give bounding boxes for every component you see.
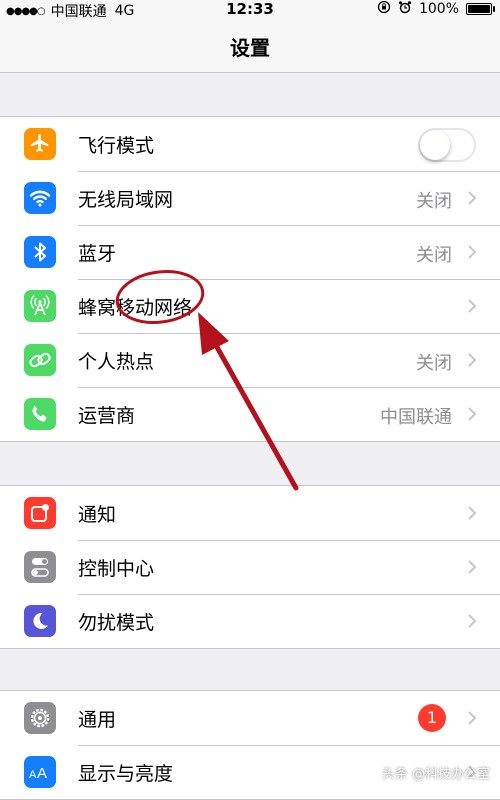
cellular-icon [24,290,56,322]
rotation-lock-icon [377,0,391,18]
chevron-right-icon [468,191,477,205]
chevron-right-icon [468,560,477,574]
do-not-disturb-label: 勿扰模式 [78,612,155,634]
chevron-right-icon [468,711,477,725]
hotspot-status: 关闭 [416,353,452,374]
airplane-mode-toggle[interactable] [418,128,476,162]
airplane-icon [24,128,56,160]
chevron-right-icon [468,506,477,520]
nav-bar: 设置 [0,20,500,73]
hotspot-label: 个人热点 [78,351,155,373]
chevron-right-icon [468,299,477,313]
settings-row-wifi[interactable]: 无线局域网 关闭 [0,171,500,225]
settings-group-general: 通用 1 AA 显示与亮度 [0,690,500,800]
display-brightness-label: 显示与亮度 [78,763,174,785]
watermark-text: 头条 @科技办公室 [381,767,490,782]
settings-row-airplane-mode: 飞行模式 [0,117,500,171]
wifi-label: 无线局域网 [78,189,174,211]
cellular-label: 蜂窝移动网络 [78,297,193,319]
hotspot-icon [24,344,56,376]
general-label: 通用 [78,709,117,731]
svg-text:A: A [37,765,47,782]
settings-row-carrier[interactable]: 运营商 中国联通 [0,387,500,441]
bluetooth-icon [24,236,56,268]
status-bar: ●●●●○ 中国联通 4G 12:33 100% [0,0,500,20]
toggle-knob [420,130,450,160]
notifications-label: 通知 [78,504,117,526]
chevron-right-icon [468,245,477,259]
battery-icon [466,3,495,15]
display-brightness-icon: AA [24,756,56,788]
settings-row-bluetooth[interactable]: 蓝牙 关闭 [0,225,500,279]
settings-row-do-not-disturb[interactable]: 勿扰模式 [0,594,500,648]
bluetooth-label: 蓝牙 [78,243,117,265]
gear-icon [24,702,56,734]
carrier-value: 中国联通 [380,407,452,428]
chevron-right-icon [468,407,477,421]
settings-row-notifications[interactable]: 通知 [0,486,500,540]
status-right: 100% [377,0,495,18]
page-title: 设置 [230,36,270,60]
alarm-icon [398,0,412,18]
settings-row-personal-hotspot[interactable]: 个人热点 关闭 [0,333,500,387]
bluetooth-status: 关闭 [416,245,452,266]
wifi-icon [24,182,56,214]
settings-row-general[interactable]: 通用 1 [0,691,500,745]
carrier-label: 运营商 [78,405,136,427]
settings-group-notifications: 通知 控制中心 勿扰模式 [0,485,500,649]
update-badge: 1 [418,704,446,732]
control-center-icon [24,551,56,583]
svg-text:A: A [29,769,37,781]
settings-group-connectivity: 飞行模式 无线局域网 关闭 蓝牙 关闭 蜂窝移动网络 个人热点 关闭 运营商 中… [0,116,500,442]
moon-icon [24,605,56,637]
chevron-right-icon [468,353,477,367]
airplane-mode-label: 飞行模式 [78,135,155,157]
phone-icon [24,398,56,430]
settings-row-cellular[interactable]: 蜂窝移动网络 [0,279,500,333]
settings-row-control-center[interactable]: 控制中心 [0,540,500,594]
battery-percent: 100% [418,1,459,17]
wifi-status: 关闭 [416,191,452,212]
chevron-right-icon [468,614,477,628]
watermark: 头条 @科技办公室 [382,763,490,782]
notifications-icon [24,497,56,529]
control-center-label: 控制中心 [78,558,155,580]
